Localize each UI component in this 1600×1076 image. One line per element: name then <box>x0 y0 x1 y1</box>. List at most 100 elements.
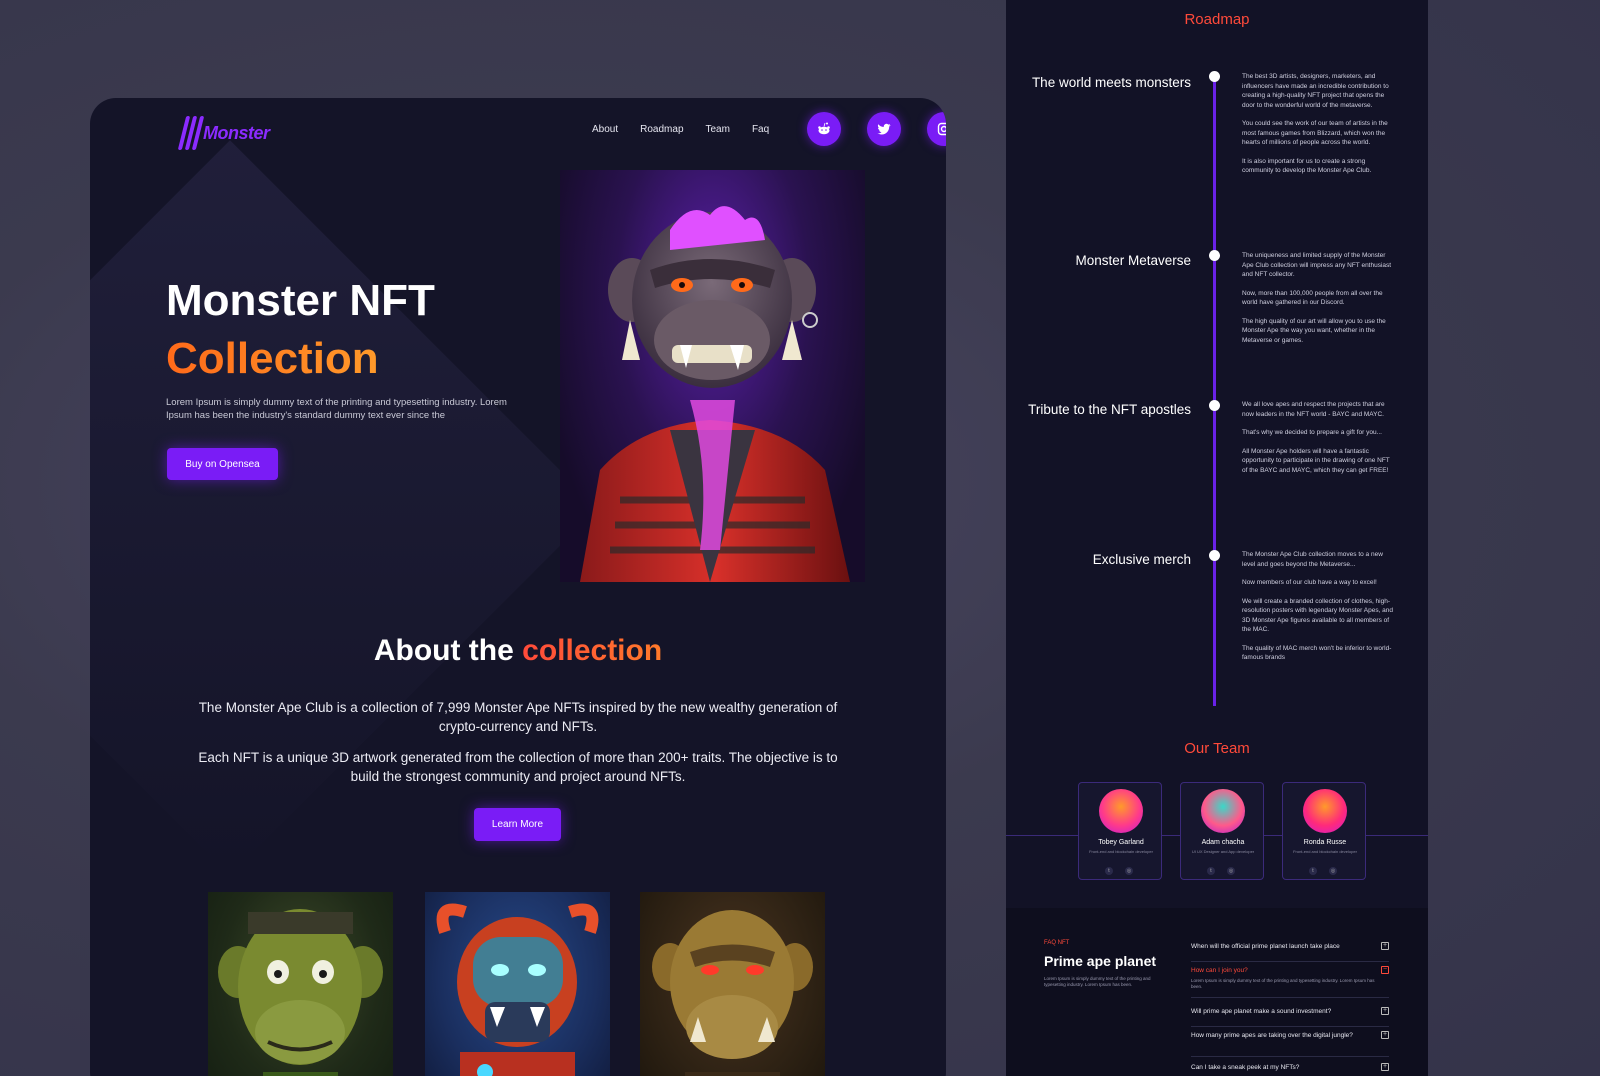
roadmap-paragraph: The quality of MAC merch won't be inferi… <box>1242 644 1392 662</box>
landing-page-card: Monster About Roadmap Team Faq Monster N… <box>90 98 946 1076</box>
roadmap-heading: Roadmap <box>1184 11 1250 28</box>
about-title-accent: collection <box>522 634 663 667</box>
member-socials: t ◎ <box>1207 867 1235 875</box>
reddit-icon <box>818 122 830 135</box>
team-member-card[interactable]: Tobey Garland Front-end and blockchain d… <box>1078 782 1162 880</box>
nft-tile-image[interactable] <box>208 892 393 1076</box>
twitter-icon[interactable]: t <box>1207 867 1215 875</box>
nav-link-faq[interactable]: Faq <box>752 124 769 135</box>
minus-icon[interactable]: − <box>1381 966 1389 974</box>
faq-item[interactable]: When will the official prime planet laun… <box>1191 942 1389 962</box>
twitter-icon[interactable]: t <box>1105 867 1113 875</box>
roadmap-item-text: The Monster Ape Club collection moves to… <box>1242 550 1394 672</box>
roadmap-paragraph: Now members of our club have a way to ex… <box>1242 579 1377 586</box>
about-title-text: About the <box>373 634 514 667</box>
faq-item[interactable]: How can I join you? Lorem Ipsum is simpl… <box>1191 966 1389 998</box>
nav-link-roadmap[interactable]: Roadmap <box>640 124 683 135</box>
timeline-line <box>1213 72 1216 706</box>
timeline-dot <box>1209 400 1220 411</box>
avatar <box>1099 789 1143 833</box>
roadmap-paragraph: All Monster Ape holders will have a fant… <box>1242 447 1390 474</box>
faq-question: How can I join you? <box>1191 967 1248 974</box>
timeline-dot <box>1209 550 1220 561</box>
instagram-button[interactable] <box>927 112 946 146</box>
faq-question: Will prime ape planet make a sound inves… <box>1191 1008 1332 1015</box>
roadmap-paragraph: The high quality of our art will allow y… <box>1242 317 1386 344</box>
plus-icon[interactable]: + <box>1381 942 1389 950</box>
timeline-dot <box>1209 250 1220 261</box>
faq-description: Lorem Ipsum is simply dummy text of the … <box>1044 976 1151 987</box>
instagram-icon[interactable]: ◎ <box>1227 867 1235 875</box>
faq-item[interactable]: Will prime ape planet make a sound inves… <box>1191 1007 1389 1027</box>
learn-more-button[interactable]: Learn More <box>474 808 561 841</box>
roadmap-item-title: Tribute to the NFT apostles <box>1028 402 1191 417</box>
buy-on-opensea-button[interactable]: Buy on Opensea <box>167 448 278 480</box>
avatar <box>1201 789 1245 833</box>
member-name: Adam chacha <box>1201 839 1245 846</box>
faq-answer: Lorem Ipsum is simply dummy text of the … <box>1191 978 1375 989</box>
roadmap-paragraph: That's why we decided to prepare a gift … <box>1242 429 1382 436</box>
top-nav: Monster About Roadmap Team Faq <box>177 112 946 152</box>
roadmap-item-title: The world meets monsters <box>1031 75 1191 90</box>
twitter-icon[interactable]: t <box>1309 867 1317 875</box>
roadmap-paragraph: Now, more than 100,000 people from all o… <box>1242 289 1383 307</box>
faq-title: Prime ape planet <box>1044 953 1157 969</box>
twitter-icon <box>877 123 891 135</box>
instagram-icon[interactable]: ◎ <box>1329 867 1337 875</box>
social-links <box>807 112 946 146</box>
plus-icon[interactable]: + <box>1381 1063 1389 1071</box>
faq-question: How many prime apes are taking over the … <box>1191 1032 1353 1039</box>
logo-mark-icon <box>177 116 205 150</box>
reddit-button[interactable] <box>807 112 841 146</box>
roadmap-paragraph: It is also important for us to create a … <box>1242 157 1372 175</box>
team-member-card[interactable]: Adam chacha UI UX Designer and App devel… <box>1180 782 1264 880</box>
roadmap-team-page: Roadmap The world meets monsters The bes… <box>1006 0 1428 1076</box>
instagram-icon <box>937 122 946 136</box>
faq-item[interactable]: Can I take a sneak peek at my NFTs? + <box>1191 1063 1389 1076</box>
hero-description: Lorem Ipsum is simply dummy text of the … <box>166 397 507 421</box>
roadmap-paragraph: We will create a branded collection of c… <box>1242 597 1394 634</box>
team-member-card[interactable]: Ronda Russe Front-end and blockchain dev… <box>1282 782 1366 880</box>
nav-link-team[interactable]: Team <box>706 124 730 135</box>
faq-eyebrow: FAQ NFT <box>1044 940 1070 946</box>
roadmap-paragraph: The best 3D artists, designers, marketer… <box>1242 73 1389 109</box>
member-socials: t ◎ <box>1309 867 1337 875</box>
roadmap-item-text: The best 3D artists, designers, marketer… <box>1242 72 1394 185</box>
member-role: Front-end and blockchain developer <box>1089 849 1153 854</box>
plus-icon[interactable]: + <box>1381 1007 1389 1015</box>
nft-tile-image[interactable] <box>425 892 610 1076</box>
hero-title-accent: Collection <box>166 334 379 383</box>
faq-question: When will the official prime planet laun… <box>1191 943 1340 950</box>
faq-question: Can I take a sneak peek at my NFTs? <box>1191 1064 1300 1071</box>
twitter-button[interactable] <box>867 112 901 146</box>
roadmap-item-text: We all love apes and respect the project… <box>1242 400 1394 484</box>
member-name: Tobey Garland <box>1098 839 1144 846</box>
roadmap-paragraph: The Monster Ape Club collection moves to… <box>1242 551 1383 568</box>
hero-nft-image <box>560 170 865 582</box>
about-paragraph: Each NFT is a unique 3D artwork generate… <box>198 750 838 784</box>
team-heading: Our Team <box>1184 740 1250 757</box>
nav-link-about[interactable]: About <box>592 124 618 135</box>
about-title: About the collection <box>90 634 946 668</box>
nft-tile-image[interactable] <box>640 892 825 1076</box>
faq-section: FAQ NFT Prime ape planet Lorem Ipsum is … <box>1006 908 1428 1076</box>
member-socials: t ◎ <box>1105 867 1133 875</box>
avatar <box>1303 789 1347 833</box>
roadmap-item-text: The uniqueness and limited supply of the… <box>1242 251 1394 354</box>
member-name: Ronda Russe <box>1303 839 1347 846</box>
instagram-icon[interactable]: ◎ <box>1125 867 1133 875</box>
faq-item[interactable]: How many prime apes are taking over the … <box>1191 1031 1389 1057</box>
member-role: Front-end and blockchain developer <box>1293 849 1357 854</box>
nav-links: About Roadmap Team Faq <box>592 124 769 135</box>
timeline-dot <box>1209 71 1220 82</box>
roadmap-paragraph: You could see the work of our team of ar… <box>1242 120 1388 146</box>
hero-title: Monster NFT <box>166 276 435 325</box>
roadmap-paragraph: We all love apes and respect the project… <box>1242 401 1385 418</box>
roadmap-item-title: Monster Metaverse <box>1075 253 1191 268</box>
member-role: UI UX Designer and App developer <box>1191 849 1255 854</box>
logo-text: Monster <box>203 122 270 143</box>
about-paragraph: The Monster Ape Club is a collection of … <box>198 700 838 734</box>
plus-icon[interactable]: + <box>1381 1031 1389 1039</box>
roadmap-paragraph: The uniqueness and limited supply of the… <box>1242 252 1392 278</box>
logo[interactable]: Monster <box>177 116 270 150</box>
